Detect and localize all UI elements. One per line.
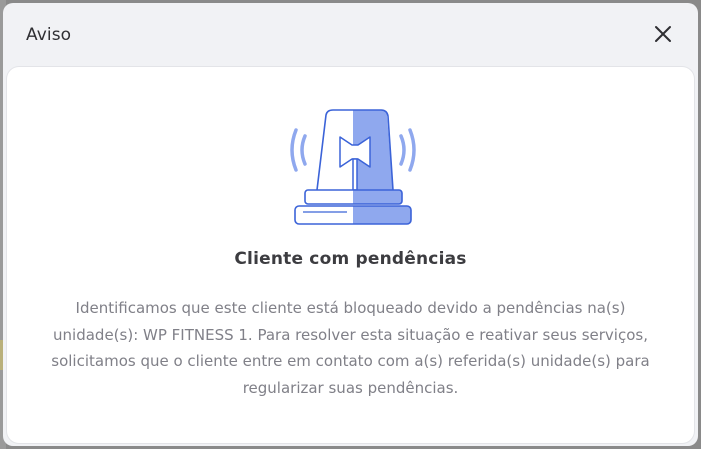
- alarm-siren-icon: [290, 109, 416, 225]
- dialog-body: Cliente com pendências Identificamos que…: [7, 67, 694, 443]
- close-icon: [655, 26, 671, 42]
- dialog-title: Aviso: [26, 25, 72, 45]
- notice-message: Identificamos que este cliente está bloq…: [51, 299, 650, 397]
- dialog-header: Aviso: [3, 3, 698, 67]
- warning-dialog: Aviso Cliente com pendências Identificam…: [3, 3, 698, 446]
- close-button[interactable]: [650, 21, 676, 47]
- notice-heading: Cliente com pendências: [234, 249, 467, 269]
